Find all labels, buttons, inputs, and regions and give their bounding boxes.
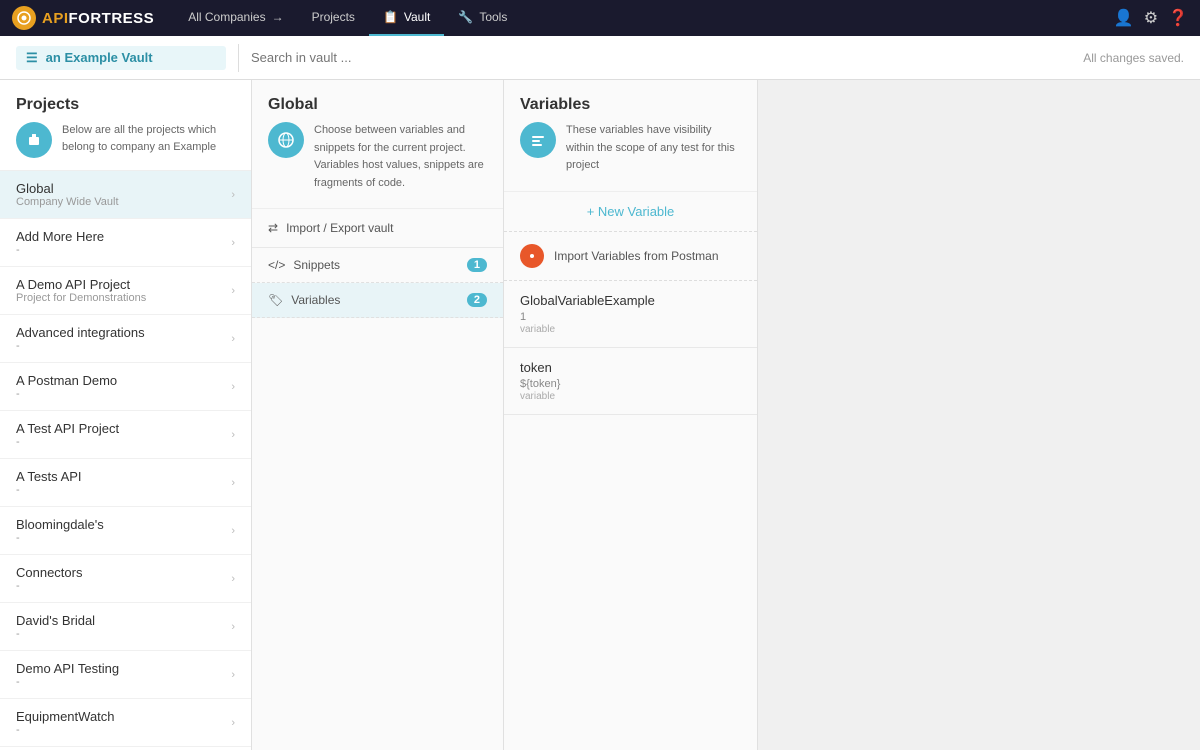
vault-label-text: an Example Vault — [46, 50, 153, 65]
nav-right: 👤 ⚙ ❓ — [1114, 8, 1188, 28]
search-input-wrap — [251, 50, 1071, 65]
snippets-icon: </> — [268, 258, 285, 272]
chevron-right-icon: › — [231, 525, 235, 537]
top-navigation: APIFORTRESS All Companies → Projects 📋 V… — [0, 0, 1200, 36]
sidebar-header: Projects Below are all the projects whic… — [0, 80, 251, 171]
company-icon — [16, 122, 52, 158]
variables-panel-desc: These variables have visibility within t… — [566, 122, 741, 175]
chevron-right-icon: › — [231, 717, 235, 729]
settings-icon[interactable]: ⚙ — [1144, 8, 1158, 28]
variables-panel: Variables These variables have visibilit… — [504, 80, 758, 750]
global-panel: Global Choose between variables and snip… — [252, 80, 504, 750]
import-export-icon: ⇄ — [268, 221, 278, 235]
import-postman-label: Import Variables from Postman — [554, 249, 719, 263]
variables-item[interactable]: 🏷 Variables 2 — [252, 283, 503, 318]
chevron-right-icon: › — [231, 573, 235, 585]
nav-items: All Companies → Projects 📋 Vault 🔧 Tools — [174, 0, 1106, 36]
variables-panel-header: Variables These variables have visibilit… — [504, 80, 757, 192]
import-export-action[interactable]: ⇄ Import / Export vault — [252, 209, 503, 248]
logo-text: APIFORTRESS — [42, 10, 154, 27]
import-postman-button[interactable]: Import Variables from Postman — [504, 232, 757, 281]
variables-label: Variables — [291, 293, 340, 307]
chevron-right-icon: › — [231, 429, 235, 441]
search-input[interactable] — [251, 50, 1071, 65]
global-panel-header: Global Choose between variables and snip… — [252, 80, 503, 209]
sidebar-item-advanced[interactable]: Advanced integrations - › — [0, 315, 251, 363]
sidebar-title: Projects — [16, 96, 235, 114]
chevron-right-icon: › — [231, 381, 235, 393]
detail-panel — [758, 80, 1200, 750]
sidebar-item-test-api[interactable]: A Test API Project - › — [0, 411, 251, 459]
global-panel-desc: Choose between variables and snippets fo… — [314, 122, 487, 192]
user-icon[interactable]: 👤 — [1114, 8, 1134, 28]
sidebar-item-davids-bridal[interactable]: David's Bridal - › — [0, 603, 251, 651]
new-variable-button[interactable]: + New Variable — [504, 192, 757, 232]
variables-icon: 🏷 — [268, 293, 283, 307]
sidebar-item-tests-api[interactable]: A Tests API - › — [0, 459, 251, 507]
snippets-badge: 1 — [467, 258, 487, 272]
nav-all-companies[interactable]: All Companies → — [174, 0, 297, 36]
chevron-right-icon: › — [231, 189, 235, 201]
sidebar-item-demo-api[interactable]: A Demo API Project Project for Demonstra… — [0, 267, 251, 315]
logo: APIFORTRESS — [12, 6, 154, 30]
chevron-right-icon: › — [231, 237, 235, 249]
sidebar-company-text: Below are all the projects which belong … — [62, 122, 235, 155]
search-bar: ☰ an Example Vault All changes saved. — [0, 36, 1200, 80]
sidebar-item-postman-demo[interactable]: A Postman Demo - › — [0, 363, 251, 411]
variables-badge: 2 — [467, 293, 487, 307]
global-panel-icon — [268, 122, 304, 158]
snippets-label: Snippets — [293, 258, 340, 272]
nav-projects[interactable]: Projects — [298, 0, 369, 36]
nav-tools[interactable]: 🔧 Tools — [444, 0, 521, 36]
postman-icon — [520, 244, 544, 268]
logo-icon — [12, 6, 36, 30]
global-panel-title: Global — [268, 96, 487, 114]
chevron-right-icon: › — [231, 285, 235, 297]
nav-vault[interactable]: 📋 Vault — [369, 0, 444, 36]
sidebar-company-info: Below are all the projects which belong … — [16, 122, 235, 158]
vault-icon: ☰ — [26, 50, 38, 66]
main-layout: Projects Below are all the projects whic… — [0, 80, 1200, 750]
variable-item-1[interactable]: token ${token} variable — [504, 348, 757, 415]
snippets-item[interactable]: </> Snippets 1 — [252, 248, 503, 283]
sidebar-item-add-more[interactable]: Add More Here - › — [0, 219, 251, 267]
sidebar-item-bloomingdales[interactable]: Bloomingdale's - › — [0, 507, 251, 555]
sidebar-item-demo-testing[interactable]: Demo API Testing - › — [0, 651, 251, 699]
search-divider — [238, 44, 239, 72]
sidebar-item-connectors[interactable]: Connectors - › — [0, 555, 251, 603]
sidebar-item-equipmentwatch[interactable]: EquipmentWatch - › — [0, 699, 251, 747]
chevron-right-icon: › — [231, 621, 235, 633]
sidebar-item-global[interactable]: Global Company Wide Vault › — [0, 171, 251, 219]
variables-panel-icon — [520, 122, 556, 158]
chevron-right-icon: › — [231, 477, 235, 489]
variable-item-0[interactable]: GlobalVariableExample 1 variable — [504, 281, 757, 348]
vault-label: ☰ an Example Vault — [16, 46, 226, 70]
sidebar: Projects Below are all the projects whic… — [0, 80, 252, 750]
help-icon[interactable]: ❓ — [1168, 8, 1188, 28]
variables-panel-title: Variables — [520, 96, 741, 114]
import-export-label: Import / Export vault — [286, 221, 393, 235]
chevron-right-icon: › — [231, 669, 235, 681]
chevron-right-icon: › — [231, 333, 235, 345]
changes-saved-text: All changes saved. — [1083, 51, 1184, 65]
